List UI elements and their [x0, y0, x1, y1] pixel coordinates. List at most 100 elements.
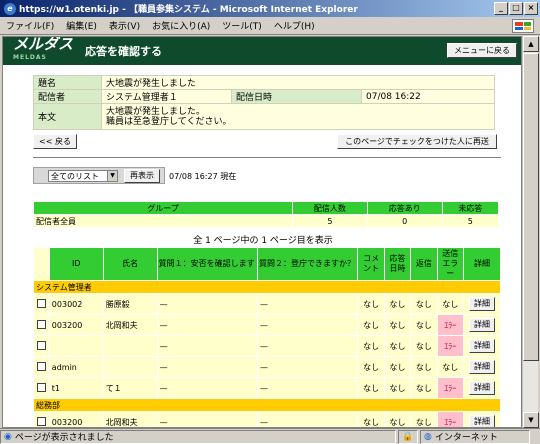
vertical-scrollbar[interactable]: ▲ ▼ — [522, 36, 539, 428]
summary-group: 配信者全員 — [34, 215, 292, 227]
menu-tools[interactable]: ツール(T) — [222, 19, 262, 32]
row-comment: なし — [358, 378, 384, 398]
row-reply: なし — [411, 315, 437, 335]
summary-unanswered-count: 5 — [442, 215, 498, 227]
table-row: 003200 北岡和夫 — — なし なし なし ｴﾗｰ 詳細 — [34, 412, 500, 427]
detail-button[interactable]: 詳細 — [468, 297, 495, 311]
subject-value: 大地震が発生しました — [101, 75, 495, 90]
minimize-button[interactable]: _ — [494, 2, 508, 15]
table-row: 003002 勝原毅 — — なし なし なし なし 詳細 — [34, 294, 500, 314]
row-id: 003200 — [49, 412, 103, 427]
row-id: t1 — [49, 378, 103, 398]
row-date: なし — [384, 336, 411, 356]
group-row: 総務部 — [34, 399, 500, 411]
row-error: ｴﾗｰ — [437, 378, 463, 398]
detail-button[interactable]: 詳細 — [468, 381, 495, 395]
lock-icon: 🔒 — [398, 429, 418, 444]
date-value: 07/08 16:22 — [361, 89, 495, 104]
row-q1: — — [157, 412, 258, 427]
row-checkbox[interactable] — [36, 298, 46, 308]
row-id — [49, 336, 103, 356]
page-loaded-icon: ◉ — [4, 431, 12, 442]
row-error: なし — [437, 357, 463, 377]
menu-file[interactable]: ファイル(F) — [6, 19, 54, 32]
subject-label: 題名 — [33, 75, 102, 90]
row-checkbox[interactable] — [36, 361, 46, 371]
close-button[interactable]: × — [524, 2, 538, 15]
row-detail-cell: 詳細 — [463, 336, 500, 356]
row-q2: — — [258, 357, 358, 377]
header-id: ID — [49, 248, 103, 280]
header-name: 氏名 — [103, 248, 157, 280]
window-title: https://w1.otenki.jp - 【職員参集システム - Micro… — [19, 5, 358, 15]
header-reply: 返信 — [411, 248, 437, 280]
menu-favorites[interactable]: お気に入り(A) — [152, 19, 210, 32]
body-line-1: 大地震が発生しました。 — [106, 106, 206, 117]
date-label: 配信日時 — [231, 89, 362, 104]
row-comment: なし — [358, 294, 384, 314]
row-checkbox[interactable] — [36, 319, 46, 329]
summary-header-responded: 応答あり — [367, 202, 442, 214]
summary-header-group: グループ — [34, 202, 292, 214]
page-title: 応答を確認する — [85, 45, 163, 58]
row-id: 003002 — [49, 294, 103, 314]
row-q2: — — [258, 412, 358, 427]
sender-label: 配信者 — [33, 89, 102, 104]
row-q2: — — [258, 336, 358, 356]
menu-help[interactable]: ヘルプ(H) — [274, 19, 315, 32]
row-checkbox-cell — [34, 294, 49, 314]
back-button[interactable]: << 戻る — [33, 134, 77, 149]
redisplay-button[interactable]: 再表示 — [124, 169, 160, 183]
header-check — [34, 248, 49, 280]
row-checkbox[interactable] — [36, 382, 46, 392]
scroll-up-icon[interactable]: ▲ — [523, 36, 539, 52]
list-select[interactable]: 全てのリスト ▼ — [48, 170, 118, 182]
row-comment: なし — [358, 315, 384, 335]
row-comment: なし — [358, 336, 384, 356]
row-q1: — — [157, 315, 258, 335]
back-to-menu-button[interactable]: メニューに戻る — [447, 43, 517, 58]
scroll-thumb[interactable] — [523, 53, 539, 361]
body-label: 本文 — [33, 103, 102, 130]
row-comment: なし — [358, 412, 384, 427]
table-row: — — なし なし なし ｴﾗｰ 詳細 — [34, 336, 500, 356]
summary-table: グループ 配信人数 応答あり 未応答 配信者全員 5 0 5 — [33, 201, 499, 228]
table-row: admin — — なし なし なし なし 詳細 — [34, 357, 500, 377]
row-checkbox[interactable] — [36, 340, 46, 350]
row-q1: — — [157, 378, 258, 398]
body-line-2: 職員は至急登庁してください。 — [106, 116, 232, 127]
row-date: なし — [384, 315, 411, 335]
row-detail-cell: 詳細 — [463, 378, 500, 398]
app-header: メルダス MELDAS 応答を確認する メニューに戻る — [3, 37, 521, 65]
row-q2: — — [258, 378, 358, 398]
row-reply: なし — [411, 294, 437, 314]
body-value: 大地震が発生しました。 職員は至急登庁してください。 — [101, 103, 495, 130]
row-q2: — — [258, 315, 358, 335]
globe-icon: ◍ — [424, 431, 432, 442]
row-checkbox[interactable] — [36, 416, 46, 426]
summary-responded-count: 0 — [367, 215, 442, 227]
row-name — [103, 357, 157, 377]
scroll-down-icon[interactable]: ▼ — [523, 412, 539, 428]
row-error: ｴﾗｰ — [437, 412, 463, 427]
header-detail: 詳細 — [463, 248, 500, 280]
header-q1: 質問１：安否を確認します — [157, 248, 258, 280]
row-checkbox-cell — [34, 357, 49, 377]
menu-view[interactable]: 表示(V) — [109, 19, 140, 32]
detail-button[interactable]: 詳細 — [468, 415, 495, 427]
row-detail-cell: 詳細 — [463, 357, 500, 377]
detail-button[interactable]: 詳細 — [468, 339, 495, 353]
status-text-cell: ◉ ページが表示されました — [0, 429, 396, 444]
row-checkbox-cell — [34, 315, 49, 335]
row-reply: なし — [411, 378, 437, 398]
resend-button[interactable]: このページでチェックをつけた人に再送 — [337, 134, 497, 149]
menu-edit[interactable]: 編集(E) — [66, 19, 97, 32]
summary-header-sent: 配信人数 — [293, 202, 367, 214]
maximize-button[interactable]: □ — [509, 2, 523, 15]
row-checkbox-cell — [34, 412, 49, 427]
detail-button[interactable]: 詳細 — [468, 360, 495, 374]
filter-box: 全てのリスト ▼ 再表示 — [33, 167, 165, 184]
row-name: 北岡和夫 — [103, 315, 157, 335]
page-content: メルダス MELDAS 応答を確認する メニューに戻る 題名 大地震が発生しました… — [2, 36, 522, 428]
detail-button[interactable]: 詳細 — [468, 318, 495, 332]
